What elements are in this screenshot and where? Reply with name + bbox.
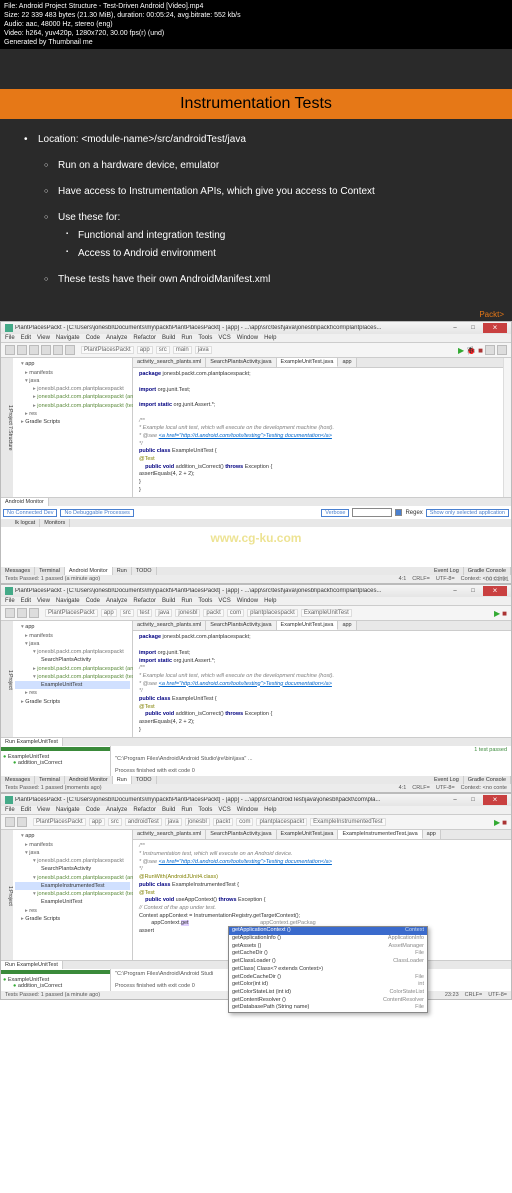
breadcrumb[interactable]: PlantPlacesPacktappsrcmainjava — [81, 346, 212, 354]
right-gutter — [503, 358, 511, 497]
status-bar: Tests Passed: 1 passed (a minute ago) 4:… — [1, 575, 511, 583]
tab-activity-xml[interactable]: activity_search_plants.xml — [133, 358, 206, 367]
tree-instrumented-test[interactable]: ExampleInstrumentedTest — [15, 882, 130, 890]
app-icon — [5, 796, 13, 804]
save-icon[interactable] — [17, 345, 27, 355]
debug-icon[interactable]: 🐞 — [466, 346, 476, 355]
status-bar: Tests Passed: 1 passed (moments ago) 4:1… — [1, 784, 511, 792]
tab-app[interactable]: app — [338, 358, 356, 367]
menu-bar[interactable]: FileEditViewNavigateCodeAnalyzeRefactorB… — [1, 334, 511, 343]
android-monitor-panel: Android Monitor No Connected Dev No Debu… — [1, 497, 511, 575]
tests-passed-label: 1 test passed — [111, 746, 511, 754]
tab-example-unit-test[interactable]: ExampleUnitTest.java — [277, 358, 339, 367]
minimize-button[interactable]: – — [447, 325, 463, 331]
project-tree[interactable]: app manifests java jonesbl.packt.com.pla… — [13, 830, 133, 960]
app-icon — [5, 324, 13, 332]
completion-item[interactable]: getCodeCacheDir ()File — [229, 974, 427, 982]
process-dropdown[interactable]: No Debuggable Processes — [60, 509, 133, 517]
ide-window-3: PlantPlacesPackt - [C:\Users\jonesbl\Doc… — [0, 793, 512, 1000]
completion-item[interactable]: getColorStateList (int id)ColorStateList — [229, 989, 427, 997]
tree-search-plants[interactable]: SearchPlantsActivity — [15, 656, 130, 664]
code-editor[interactable]: package jonesbl.packt.com.plantplacespac… — [133, 631, 511, 737]
completion-item[interactable]: getCacheDir ()File — [229, 950, 427, 958]
open-icon[interactable] — [5, 345, 15, 355]
timestamp: 00:02:31 — [486, 577, 509, 801]
packt-logo: Packt> — [479, 310, 504, 319]
tab-android-monitor[interactable]: Android Monitor — [1, 498, 49, 506]
code-editor[interactable]: /** * Instrumentation test, which will e… — [133, 840, 511, 960]
close-button[interactable]: × — [483, 323, 507, 333]
bullet-location: Location: <module-name>/src/androidTest/… — [20, 131, 492, 149]
completion-item[interactable]: getContentResolver ()ContentResolver — [229, 997, 427, 1005]
completion-item[interactable]: getDatabasePath (String name)File — [229, 1004, 427, 1012]
tab-instrumented-test[interactable]: ExampleInstrumentedTest.java — [338, 830, 422, 839]
app-icon — [5, 587, 13, 595]
toolbar: PlantPlacesPacktappsrctestjavajonesblpac… — [1, 606, 511, 621]
tool-window-tabs-left[interactable]: 1:Project 7:Structure — [1, 358, 13, 497]
log-filter-input[interactable] — [352, 508, 392, 517]
filter-dropdown[interactable]: Show only selected application — [426, 509, 509, 517]
regex-checkbox[interactable] — [395, 509, 402, 516]
presentation-slide: Instrumentation Tests Location: <module-… — [0, 49, 512, 321]
menu-bar[interactable]: FileEditViewNavigateCodeAnalyzeRefactorB… — [1, 806, 511, 815]
project-tree[interactable]: app manifests java jonesbl.packt.com.pla… — [13, 621, 133, 737]
stop-icon[interactable]: ■ — [478, 346, 483, 355]
device-dropdown[interactable]: No Connected Dev — [3, 509, 57, 517]
console-output[interactable]: "C:\Program Files\Android\Android Studio… — [111, 754, 511, 776]
close-button[interactable]: × — [483, 795, 507, 805]
ide-window-1: PlantPlacesPackt - [C:\Users\jonesbl\Doc… — [0, 321, 512, 584]
breadcrumb[interactable]: PlantPlacesPacktappsrctestjavajonesblpac… — [45, 609, 352, 617]
ide-window-2: PlantPlacesPackt - [C:\Users\jonesbl\Doc… — [0, 584, 512, 793]
window-titlebar[interactable]: PlantPlacesPackt - [C:\Users\jonesbl\Doc… — [1, 585, 511, 597]
watermark: www.cg-ku.com — [211, 531, 302, 545]
test-progress-bar — [1, 747, 110, 751]
tab-search-activity[interactable]: SearchPlantsActivity.java — [206, 358, 276, 367]
toolbar: PlantPlacesPacktappsrcandroidTestjavajon… — [1, 815, 511, 830]
tree-app[interactable]: app — [15, 360, 130, 368]
slide-title: Instrumentation Tests — [0, 89, 512, 119]
completion-item[interactable]: getApplicationInfo ()ApplicationInfo — [229, 935, 427, 943]
completion-item[interactable]: getClass( Class<? extends Context>) — [229, 966, 427, 974]
undo-icon[interactable] — [29, 345, 39, 355]
maximize-button[interactable]: □ — [465, 325, 481, 331]
code-editor[interactable]: package package jonesbl.packt.com.plantp… — [133, 368, 503, 497]
log-level-dropdown[interactable]: Verbose — [321, 509, 349, 517]
run-icon[interactable]: ▶ — [494, 818, 500, 827]
run-icon[interactable]: ▶ — [458, 346, 464, 355]
menu-bar[interactable]: FileEditViewNavigateCodeAnalyzeRefactorB… — [1, 597, 511, 606]
window-titlebar[interactable]: PlantPlacesPackt - [C:\Users\jonesbl\Doc… — [1, 322, 511, 334]
test-result[interactable]: addition_isCorrect — [3, 760, 108, 766]
completion-item[interactable]: getColor(int id)int — [229, 981, 427, 989]
run-panel: Run ExampleUnitTest ExampleUnitTest addi… — [1, 737, 511, 784]
completion-item[interactable]: getClassLoader ()ClassLoader — [229, 958, 427, 966]
code-completion-popup[interactable]: getApplicationContext ()Context getAppli… — [228, 926, 428, 1013]
project-tree[interactable]: app manifests java jonesbl.packt.com.pla… — [13, 358, 133, 497]
tree-example-unit-test[interactable]: ExampleUnitTest — [15, 681, 130, 689]
redo-icon[interactable] — [41, 345, 51, 355]
breadcrumb[interactable]: PlantPlacesPacktappsrcandroidTestjavajon… — [33, 818, 386, 826]
editor-pane: activity_search_plants.xml SearchPlantsA… — [133, 358, 503, 497]
tab-run[interactable]: Run ExampleUnitTest — [1, 738, 63, 746]
completion-item[interactable]: getApplicationContext ()Context — [229, 927, 427, 935]
search-icon[interactable] — [497, 345, 507, 355]
window-titlebar[interactable]: PlantPlacesPackt - [C:\Users\jonesbl\Doc… — [1, 794, 511, 806]
test-tree[interactable]: ExampleUnitTest addition_isCorrect — [1, 752, 110, 768]
video-metadata: File: Android Project Structure - Test-D… — [0, 0, 512, 49]
toolbar: PlantPlacesPacktappsrcmainjava ▶ 🐞 ■ — [1, 343, 511, 358]
completion-item[interactable]: getAssets ()AssetManager — [229, 943, 427, 951]
editor-tabs[interactable]: activity_search_plants.xml SearchPlantsA… — [133, 358, 503, 368]
